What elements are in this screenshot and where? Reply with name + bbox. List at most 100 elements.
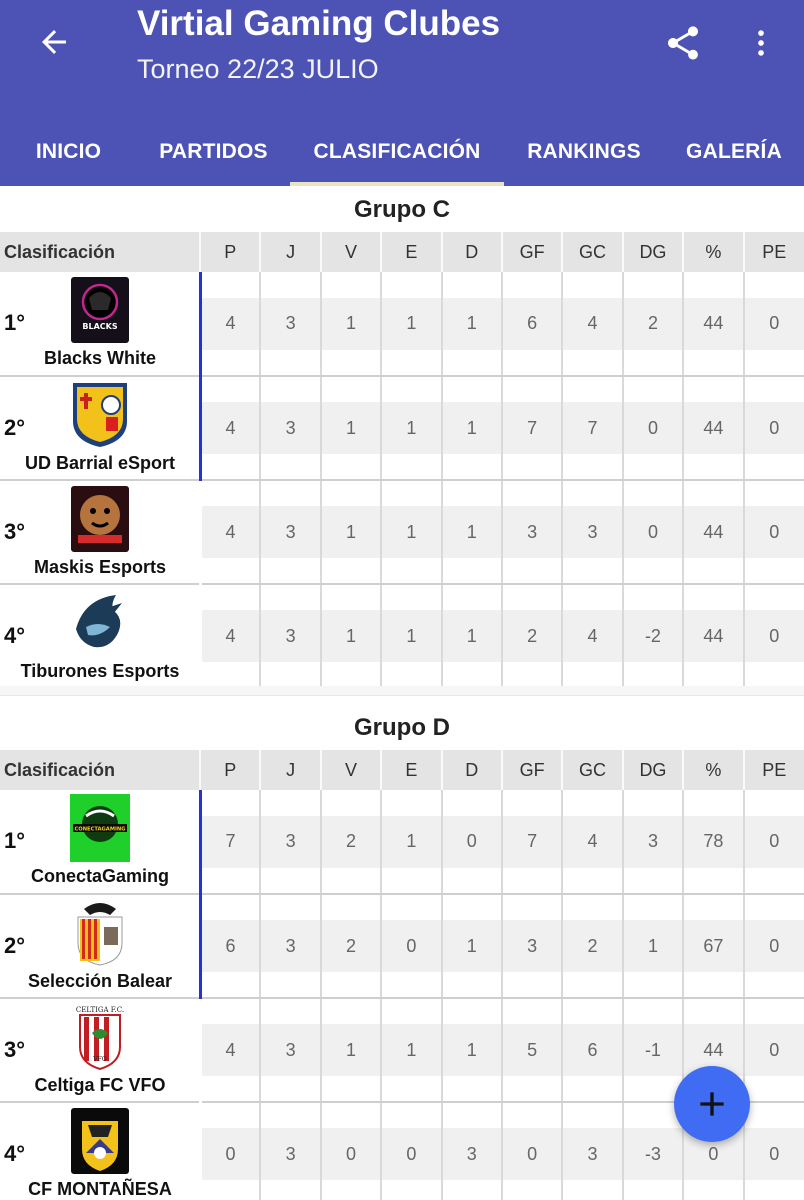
table-header-row: Clasificación P J V E D GF GC DG % PE	[0, 750, 804, 790]
team-cell[interactable]: 4° CF MONTAÑESA	[0, 1102, 201, 1200]
cell-pe: 0	[742, 998, 804, 1103]
table-row[interactable]: 2° UD Barrial eSport 4 3 1 1 1 7 7 0 44 0	[0, 376, 804, 481]
svg-text:BLACKS: BLACKS	[82, 322, 117, 331]
team-name: CF MONTAÑESA	[28, 1179, 172, 1199]
cell-dg: -1	[621, 998, 684, 1103]
cell-v: 1	[319, 272, 382, 377]
cell-d: 3	[440, 1102, 502, 1200]
cell-gc: 4	[561, 272, 623, 377]
tab-galeria[interactable]: GALERÍA	[664, 118, 804, 186]
cell-dg: 2	[621, 272, 684, 377]
cell-v: 1	[319, 480, 382, 585]
arrow-back-icon	[42, 30, 66, 54]
cell-value: 1	[442, 297, 501, 350]
cell-p: 4	[199, 272, 261, 377]
team-logo: BLACKS	[70, 276, 130, 344]
active-tab-indicator	[290, 182, 504, 186]
cell-value: 0	[744, 1024, 804, 1076]
header-gc: GC	[561, 232, 623, 272]
cell-value: 5	[502, 1024, 562, 1076]
header-clasificacion: Clasificación	[0, 750, 201, 790]
team-logo	[70, 589, 130, 657]
cell-gc: 7	[561, 376, 623, 481]
cell-value: 0	[744, 815, 804, 868]
cell-p: 7	[199, 790, 261, 895]
cell-e: 1	[380, 584, 442, 689]
cell-gf: 5	[500, 998, 563, 1103]
tab-partidos[interactable]: PARTIDOS	[137, 118, 290, 186]
svg-text:CELTIGA F.C.: CELTIGA F.C.	[76, 1006, 124, 1014]
more-options-button[interactable]	[744, 20, 778, 66]
table-row[interactable]: 1° CONECTAGAMING ConectaGaming 7 3 2 1 0 7 4 3 78 0	[0, 790, 804, 895]
header-p: P	[199, 232, 261, 272]
cell-dg: 3	[621, 790, 684, 895]
table-row[interactable]: 3° Maskis Esports 4 3 1 1 1 3 3 0 44 0	[0, 480, 804, 585]
cell-value: 3	[261, 1128, 320, 1180]
cell-value: 1	[623, 920, 683, 972]
cell-value: 4	[201, 506, 260, 558]
cell-value: 3	[442, 1128, 501, 1180]
cell-value: 3	[261, 1024, 320, 1076]
cell-percent: 44	[682, 480, 744, 585]
cell-d: 1	[440, 894, 502, 999]
cell-v: 2	[319, 894, 382, 999]
header-v: V	[319, 232, 382, 272]
cell-value: 2	[563, 920, 622, 972]
team-cell[interactable]: 2° Selección Balear	[0, 894, 202, 999]
cell-value: 0	[442, 815, 501, 868]
team-cell[interactable]: 1° CONECTAGAMING ConectaGaming	[0, 790, 202, 895]
header-dg: DG	[621, 750, 684, 790]
table-row[interactable]: 4° Tiburones Esports 4 3 1 1 1 2 4 -2 44 0	[0, 584, 804, 689]
cell-value: 1	[442, 1024, 501, 1076]
cell-value: 1	[321, 402, 381, 454]
cell-gf: 3	[500, 480, 563, 585]
cell-value: 6	[201, 920, 260, 972]
cell-value: 0	[382, 920, 441, 972]
cell-value: 1	[321, 610, 381, 662]
cell-value: 7	[502, 815, 562, 868]
cell-v: 1	[319, 376, 382, 481]
cell-value: 2	[321, 815, 381, 868]
cell-value: 7	[201, 815, 260, 868]
cell-gc: 3	[561, 1102, 623, 1200]
table-header-row: Clasificación P J V E D GF GC DG % PE	[0, 232, 804, 272]
cell-percent: 78	[682, 790, 744, 895]
cell-value: 4	[563, 815, 622, 868]
team-cell[interactable]: 3° CELTIGA F.C. VFO Celtiga FC VFO	[0, 998, 201, 1103]
header-v: V	[319, 750, 382, 790]
tab-inicio[interactable]: INICIO	[0, 118, 137, 186]
table-row[interactable]: 2° Selección Balear 6 3 2 0 1 3 2 1 67 0	[0, 894, 804, 999]
cell-gc: 2	[561, 894, 623, 999]
cell-value: -3	[623, 1128, 683, 1180]
team-cell[interactable]: 1° BLACKS Blacks White	[0, 272, 202, 377]
cell-v: 0	[319, 1102, 382, 1200]
team-logo	[70, 381, 130, 449]
cell-percent: 44	[682, 376, 744, 481]
tab-clasificacion[interactable]: CLASIFICACIÓN	[290, 118, 504, 186]
standings-table: Clasificación P J V E D GF GC DG % PE 1°…	[0, 750, 804, 1200]
cell-value: 1	[321, 297, 381, 350]
cell-dg: -2	[621, 584, 684, 689]
cell-d: 0	[440, 790, 502, 895]
cell-value: 3	[261, 815, 320, 868]
share-button[interactable]	[660, 20, 706, 66]
team-cell[interactable]: 2° UD Barrial eSport	[0, 376, 202, 481]
cell-gc: 6	[561, 998, 623, 1103]
cell-p: 4	[199, 480, 261, 585]
cell-value: 44	[684, 297, 743, 350]
cell-value: 1	[382, 297, 441, 350]
add-icon	[700, 1092, 724, 1116]
cell-e: 1	[380, 376, 442, 481]
team-cell[interactable]: 4° Tiburones Esports	[0, 584, 201, 689]
add-fab-button[interactable]	[674, 1066, 750, 1142]
tab-rankings[interactable]: RANKINGS	[504, 118, 664, 186]
cell-p: 6	[199, 894, 261, 999]
cell-value: 0	[744, 920, 804, 972]
cell-dg: 0	[621, 480, 684, 585]
cell-value: 1	[382, 610, 441, 662]
team-cell[interactable]: 3° Maskis Esports	[0, 480, 201, 585]
back-button[interactable]	[30, 22, 78, 62]
position-label: 2°	[4, 415, 26, 440]
cell-value: 0	[744, 1128, 804, 1180]
table-row[interactable]: 1° BLACKS Blacks White 4 3 1 1 1 6 4 2 44 0	[0, 272, 804, 377]
